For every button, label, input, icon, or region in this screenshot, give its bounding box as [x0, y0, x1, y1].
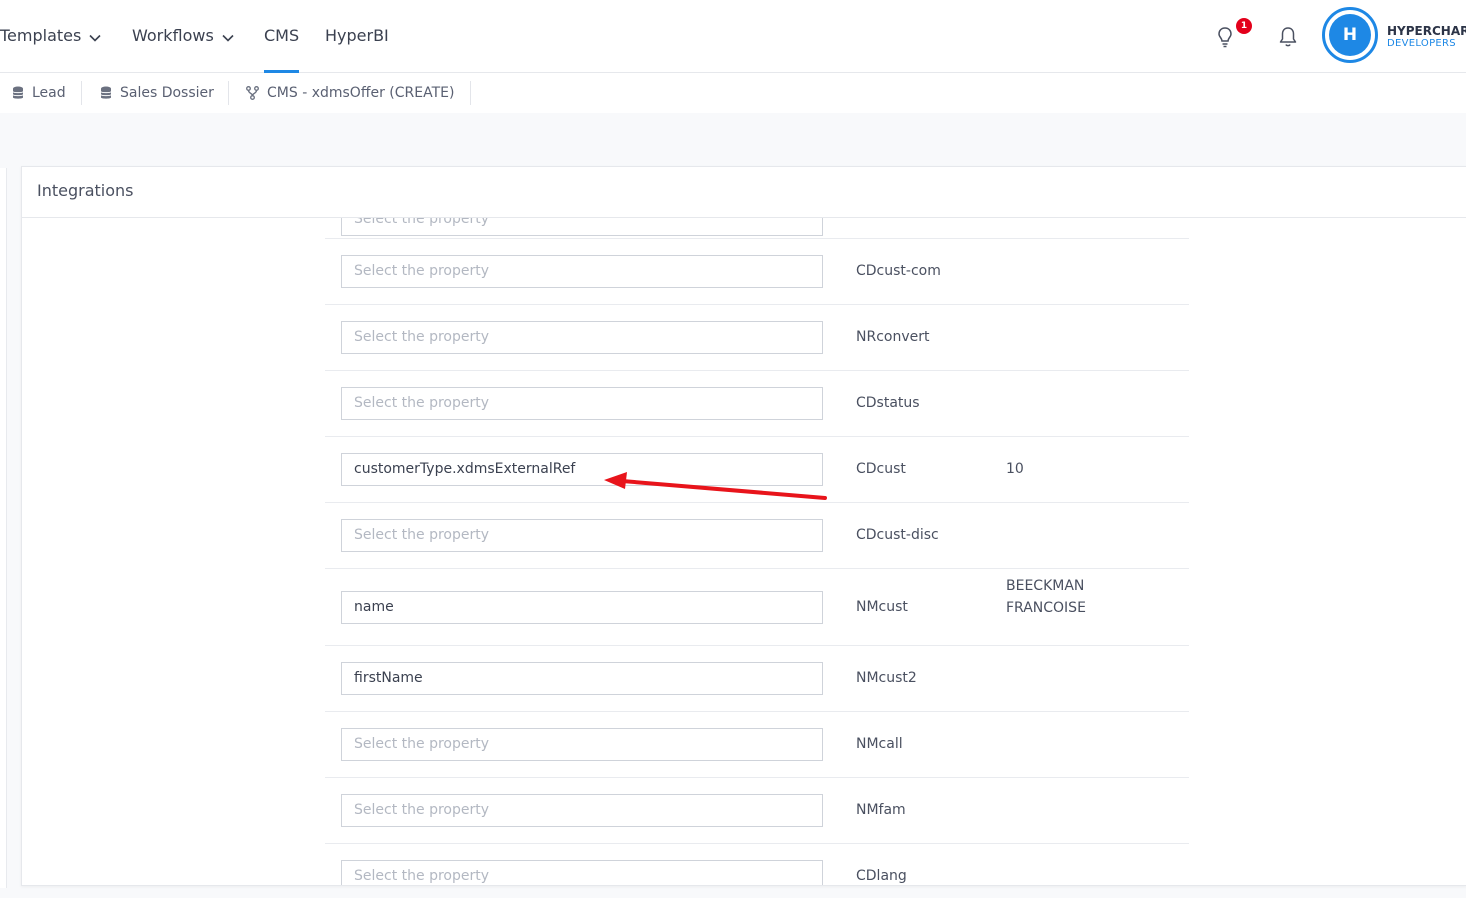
- breadcrumb: Lead Sales Dossier CMS - xdmsOffer (CREA…: [0, 73, 1466, 113]
- row-divider: [325, 436, 1189, 437]
- user-avatar[interactable]: H: [1322, 7, 1378, 63]
- breadcrumb-divider: [470, 81, 471, 105]
- top-navigation: Templates Workflows CMS HyperBI 1 H HYPE…: [0, 0, 1466, 73]
- mapping-list[interactable]: Select the property Select the property CD…: [22, 218, 1466, 885]
- breadcrumb-sales-dossier[interactable]: Sales Dossier: [100, 73, 214, 113]
- row-divider: [325, 711, 1189, 712]
- property-select[interactable]: customerType.xdmsExternalRef: [341, 453, 823, 486]
- database-icon: [12, 85, 32, 101]
- property-select[interactable]: Select the property: [341, 387, 823, 420]
- nav-workflows[interactable]: Workflows: [132, 0, 234, 72]
- property-name: CDstatus: [856, 395, 920, 411]
- company-name: HYPERCHAR: [1387, 24, 1466, 38]
- row-divider: [325, 568, 1189, 569]
- property-select[interactable]: Select the property: [341, 321, 823, 354]
- breadcrumb-cms-offer[interactable]: CMS - xdmsOffer (CREATE): [246, 73, 454, 113]
- integrations-panel: Integrations Select the property Select t…: [21, 166, 1466, 886]
- panel-header: Integrations: [22, 167, 1466, 218]
- nav-templates[interactable]: Templates: [0, 0, 101, 72]
- breadcrumb-lead-label: Lead: [32, 85, 66, 101]
- breadcrumb-divider: [81, 81, 82, 105]
- row-divider: [325, 304, 1189, 305]
- chevron-down-icon: [222, 1, 234, 73]
- left-sidebar-edge: [0, 168, 7, 888]
- property-name: NRconvert: [856, 329, 930, 345]
- row-divider: [325, 645, 1189, 646]
- property-select[interactable]: Select the property: [341, 519, 823, 552]
- row-divider: [325, 843, 1189, 844]
- property-name: CDcust: [856, 461, 906, 477]
- property-value: FRANCOISE: [1006, 600, 1086, 616]
- breadcrumb-divider: [228, 81, 229, 105]
- breadcrumb-sales-dossier-label: Sales Dossier: [120, 85, 214, 101]
- property-name: NMfam: [856, 802, 906, 818]
- property-name: CDcust-com: [856, 263, 941, 279]
- row-divider: [325, 777, 1189, 778]
- database-icon: [100, 85, 120, 101]
- fork-icon: [246, 85, 267, 101]
- chevron-down-icon: [89, 1, 101, 73]
- property-name: CDlang: [856, 868, 907, 884]
- property-select[interactable]: name: [341, 591, 823, 624]
- nav-cms-label: CMS: [264, 26, 300, 45]
- property-select[interactable]: Select the property: [341, 218, 823, 236]
- property-value: 10: [1006, 461, 1024, 477]
- property-select[interactable]: Select the property: [341, 794, 823, 827]
- property-select[interactable]: firstName: [341, 662, 823, 695]
- property-select[interactable]: Select the property: [341, 255, 823, 288]
- property-name: NMcust2: [856, 670, 917, 686]
- row-divider: [325, 502, 1189, 503]
- property-name: CDcust-disc: [856, 527, 939, 543]
- nav-cms[interactable]: CMS: [264, 0, 300, 73]
- property-select[interactable]: Select the property: [341, 728, 823, 761]
- nav-templates-label: Templates: [0, 26, 82, 45]
- property-value: BEECKMAN: [1006, 578, 1085, 594]
- property-select[interactable]: Select the property: [341, 860, 823, 885]
- property-name: NMcust: [856, 599, 908, 615]
- breadcrumb-cms-offer-label: CMS - xdmsOffer (CREATE): [267, 85, 455, 101]
- property-name: NMcall: [856, 736, 903, 752]
- nav-hyperbi[interactable]: HyperBI: [325, 0, 389, 72]
- row-divider: [325, 370, 1189, 371]
- company-subtitle: DEVELOPERS: [1387, 38, 1456, 49]
- notification-badge: 1: [1236, 18, 1252, 34]
- lightbulb-icon[interactable]: [1216, 26, 1234, 52]
- nav-workflows-label: Workflows: [132, 26, 214, 45]
- nav-hyperbi-label: HyperBI: [325, 26, 389, 45]
- panel-title: Integrations: [37, 181, 134, 200]
- row-divider: [325, 238, 1189, 239]
- avatar-initial: H: [1329, 14, 1371, 56]
- breadcrumb-lead[interactable]: Lead: [12, 73, 66, 113]
- bell-icon[interactable]: [1278, 26, 1298, 52]
